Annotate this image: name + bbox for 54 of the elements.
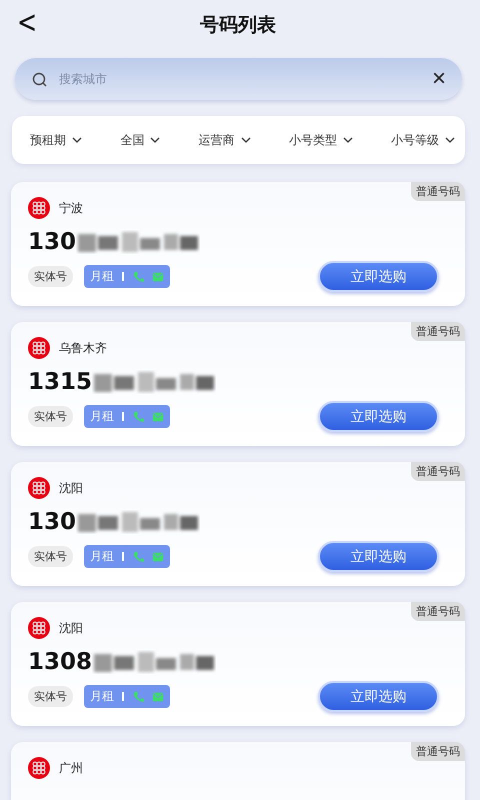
mail-icon [152,270,164,282]
phone-icon [132,270,144,282]
number-tag: 实体号 [28,406,73,427]
city-label: 宁波 [59,200,83,216]
filter-dropdown[interactable]: 小号等级 [391,132,455,148]
search-field[interactable]: 搜索城市 × [15,58,462,100]
phone-number: 130 [28,509,76,535]
plan-label: 月租 [90,268,114,285]
number-tag: 实体号 [28,266,73,287]
city-label: 广州 [59,760,83,776]
city-label: 乌鲁木齐 [59,340,107,356]
chevron-down-icon [342,137,353,143]
number-type-badge: 普通号码 [411,322,465,341]
phone-number: 1315 [28,369,92,395]
plan-label: 月租 [90,548,114,565]
clear-button[interactable]: × [428,67,450,91]
phone-icon [132,410,144,422]
number-type-badge: 普通号码 [411,462,465,481]
chevron-down-icon [445,137,455,143]
chevron-down-icon [72,137,82,143]
number-type-badge: 普通号码 [411,602,465,621]
carrier-logo-icon [28,197,50,219]
number-type-badge: 普通号码 [411,182,465,201]
carrier-logo-icon [28,757,50,779]
plan-label: 月租 [90,688,114,705]
filter-dropdown[interactable]: 全国 [120,132,160,148]
search-icon [32,72,47,86]
phone-icon [132,690,144,702]
buy-now-button[interactable]: 立即选购 [318,401,439,432]
filter-dropdown[interactable]: 预租期 [30,132,82,148]
city-label: 沈阳 [59,620,83,636]
filter-dropdown[interactable]: 小号类型 [288,132,353,148]
chevron-down-icon [240,137,250,143]
city-label: 沈阳 [59,480,83,496]
number-type-badge: 普通号码 [411,742,465,761]
carrier-logo-icon [28,477,50,499]
page-title: 号码列表 [200,13,276,38]
plan-label: 月租 [90,408,114,425]
carrier-logo-icon [28,617,50,639]
mail-icon [152,690,164,702]
number-tag: 实体号 [28,546,73,567]
phone-number: 1308 [28,649,92,675]
carrier-logo-icon [28,337,50,359]
phone-icon [132,550,144,562]
mail-icon [152,410,164,422]
buy-now-button[interactable]: 立即选购 [318,681,439,712]
number-tag: 实体号 [28,686,73,707]
chevron-down-icon [150,137,160,143]
mail-icon [152,550,164,562]
buy-now-button[interactable]: 立即选购 [318,541,439,572]
buy-now-button[interactable]: 立即选购 [318,261,439,292]
back-button[interactable]: < [13,4,42,40]
filter-dropdown[interactable]: 运营商 [198,132,250,148]
phone-number: 130 [28,229,76,255]
